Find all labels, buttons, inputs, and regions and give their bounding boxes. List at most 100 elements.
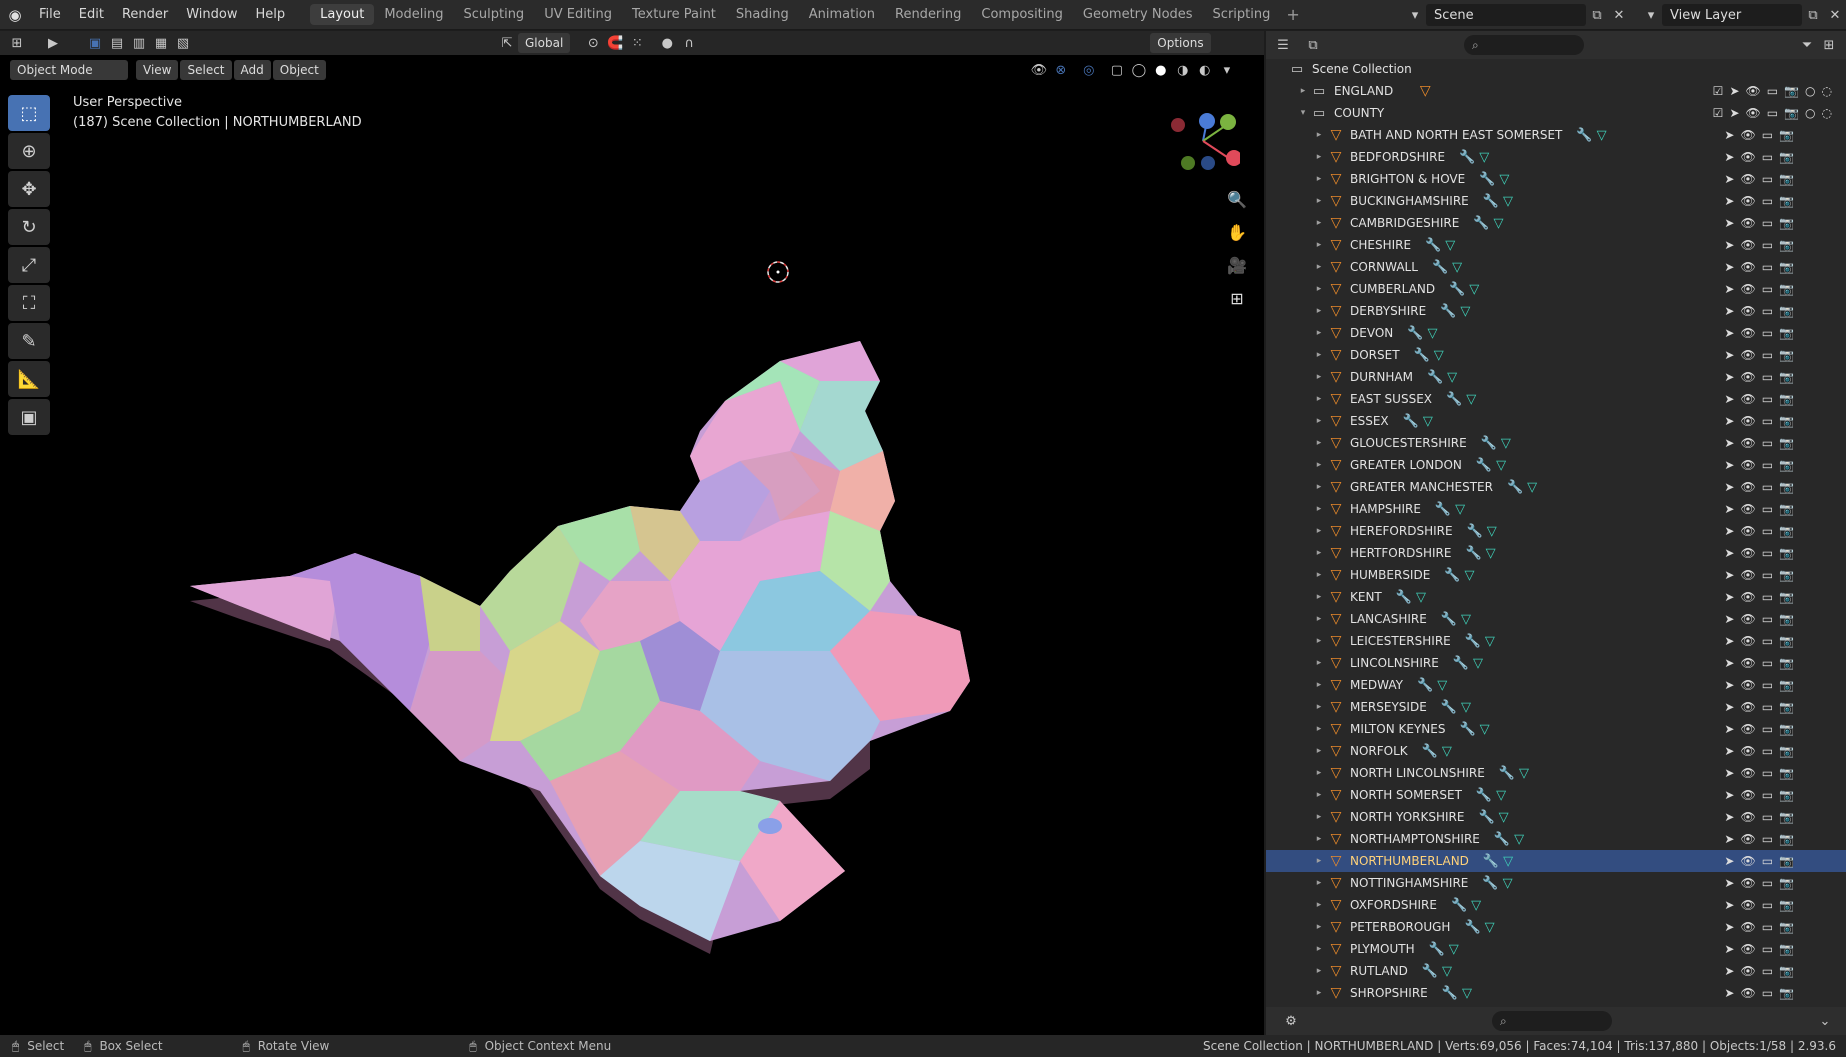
expand-arrow-icon[interactable]: ▸: [1312, 658, 1326, 668]
mesh-data-icon[interactable]: ▽: [1486, 546, 1496, 561]
selectable-icon[interactable]: ➤: [1724, 700, 1734, 714]
collapse-arrow-icon[interactable]: ▾: [1296, 108, 1310, 118]
object-menu[interactable]: Object: [272, 60, 326, 80]
display-mode-icon[interactable]: ⧉: [1302, 34, 1324, 56]
outliner-object-row[interactable]: ▸ ▽ NORTHAMPTONSHIRE 🔧 ▽ ➤ 👁 ▭ 📷: [1266, 828, 1846, 850]
modifier-wrench-icon[interactable]: 🔧: [1417, 678, 1433, 693]
modifier-wrench-icon[interactable]: 🔧: [1576, 128, 1592, 143]
mesh-data-icon[interactable]: ▽: [1452, 260, 1462, 275]
tab-scripting[interactable]: Scripting: [1203, 4, 1281, 25]
modifier-wrench-icon[interactable]: 🔧: [1446, 392, 1462, 407]
expand-arrow-icon[interactable]: ▸: [1312, 702, 1326, 712]
expand-arrow-icon[interactable]: ▸: [1312, 790, 1326, 800]
selectable-icon[interactable]: ➤: [1724, 590, 1734, 604]
outliner-object-row[interactable]: ▸ ▽ HUMBERSIDE 🔧 ▽ ➤ 👁 ▭ 📷: [1266, 564, 1846, 586]
expand-arrow-icon[interactable]: ▸: [1312, 328, 1326, 338]
expand-arrow-icon[interactable]: ▸: [1312, 504, 1326, 514]
modifier-wrench-icon[interactable]: 🔧: [1467, 524, 1483, 539]
render-camera-icon[interactable]: 📷: [1779, 370, 1794, 384]
viewport-disable-icon[interactable]: ▭: [1762, 722, 1773, 736]
render-camera-icon[interactable]: 📷: [1779, 128, 1794, 142]
eye-icon[interactable]: 👁: [1740, 964, 1755, 978]
selectable-icon[interactable]: ➤: [1729, 84, 1739, 98]
expand-arrow-icon[interactable]: ▸: [1312, 130, 1326, 140]
selectable-icon[interactable]: ➤: [1724, 898, 1734, 912]
outliner-object-row[interactable]: ▸ ▽ CUMBERLAND 🔧 ▽ ➤ 👁 ▭ 📷: [1266, 278, 1846, 300]
selectable-icon[interactable]: ➤: [1724, 304, 1734, 318]
expand-arrow-icon[interactable]: ▸: [1312, 350, 1326, 360]
mesh-data-icon[interactable]: ▽: [1461, 612, 1471, 627]
viewport-disable-icon[interactable]: ▭: [1762, 590, 1773, 604]
selectable-icon[interactable]: ➤: [1724, 370, 1734, 384]
modifier-wrench-icon[interactable]: 🔧: [1483, 854, 1499, 869]
outliner-object-row[interactable]: ▸ ▽ KENT 🔧 ▽ ➤ 👁 ▭ 📷: [1266, 586, 1846, 608]
pan-hand-icon[interactable]: ✋: [1222, 217, 1252, 247]
eye-icon[interactable]: 👁: [1740, 216, 1755, 230]
eye-icon[interactable]: 👁: [1740, 392, 1755, 406]
invert-select-mode-icon[interactable]: ▦: [150, 32, 172, 54]
expand-arrow-icon[interactable]: ▸: [1312, 240, 1326, 250]
measure-tool-icon[interactable]: 📐: [8, 361, 50, 397]
modifier-wrench-icon[interactable]: 🔧: [1453, 656, 1469, 671]
render-camera-icon[interactable]: 📷: [1779, 546, 1794, 560]
selectable-icon[interactable]: ➤: [1724, 546, 1734, 560]
expand-arrow-icon[interactable]: ▸: [1312, 152, 1326, 162]
mesh-data-icon[interactable]: ▽: [1493, 216, 1503, 231]
render-camera-icon[interactable]: 📷: [1779, 744, 1794, 758]
outliner-object-row[interactable]: ▸ ▽ NORTHUMBERLAND 🔧 ▽ ➤ 👁 ▭ 📷: [1266, 850, 1846, 872]
render-camera-icon[interactable]: 📷: [1784, 106, 1799, 120]
render-camera-icon[interactable]: 📷: [1779, 392, 1794, 406]
new-scene-icon[interactable]: ⧉: [1586, 4, 1608, 26]
selectable-icon[interactable]: ➤: [1724, 326, 1734, 340]
viewport-disable-icon[interactable]: ▭: [1762, 920, 1773, 934]
expand-arrow-icon[interactable]: ▸: [1312, 878, 1326, 888]
modifier-wrench-icon[interactable]: 🔧: [1494, 832, 1510, 847]
outliner-object-row[interactable]: ▸ ▽ HAMPSHIRE 🔧 ▽ ➤ 👁 ▭ 📷: [1266, 498, 1846, 520]
viewport-disable-icon[interactable]: ▭: [1762, 502, 1773, 516]
collection-row-england[interactable]: ▸ ▭ ENGLAND ▽ ☑ ➤ 👁 ▭ 📷 ○ ◌: [1266, 80, 1846, 102]
chevron-down-icon[interactable]: ⌄: [1814, 1010, 1836, 1032]
view-menu[interactable]: View: [136, 60, 179, 80]
view-layer-browse-icon[interactable]: ▾: [1640, 4, 1662, 26]
modifier-wrench-icon[interactable]: 🔧: [1441, 700, 1457, 715]
viewport-disable-icon[interactable]: ▭: [1762, 546, 1773, 560]
holdout-icon[interactable]: ○: [1805, 106, 1815, 120]
eye-icon[interactable]: 👁: [1740, 370, 1755, 384]
render-camera-icon[interactable]: 📷: [1779, 326, 1794, 340]
mesh-data-icon[interactable]: ▽: [1466, 392, 1476, 407]
modifier-wrench-icon[interactable]: 🔧: [1427, 370, 1443, 385]
modifier-wrench-icon[interactable]: 🔧: [1422, 744, 1438, 759]
outliner-object-row[interactable]: ▸ ▽ LINCOLNSHIRE 🔧 ▽ ➤ 👁 ▭ 📷: [1266, 652, 1846, 674]
modifier-wrench-icon[interactable]: 🔧: [1499, 766, 1515, 781]
xray-toggle-icon[interactable]: ▢: [1106, 59, 1128, 81]
eye-icon[interactable]: 👁: [1740, 898, 1755, 912]
viewport-disable-icon[interactable]: ▭: [1762, 942, 1773, 956]
expand-arrow-icon[interactable]: ▸: [1312, 636, 1326, 646]
scene-browse-icon[interactable]: ▾: [1404, 4, 1426, 26]
selectable-icon[interactable]: ➤: [1724, 282, 1734, 296]
holdout-icon[interactable]: ○: [1805, 84, 1815, 98]
eye-icon[interactable]: 👁: [1740, 854, 1755, 868]
viewport-disable-icon[interactable]: ▭: [1767, 106, 1778, 120]
expand-arrow-icon[interactable]: ▸: [1312, 680, 1326, 690]
selectable-icon[interactable]: ➤: [1724, 854, 1734, 868]
modifier-wrench-icon[interactable]: 🔧: [1507, 480, 1523, 495]
mesh-data-icon[interactable]: ▽: [1442, 964, 1452, 979]
expand-arrow-icon[interactable]: ▸: [1312, 922, 1326, 932]
modifier-wrench-icon[interactable]: 🔧: [1444, 568, 1460, 583]
eye-icon[interactable]: 👁: [1740, 304, 1755, 318]
viewport-disable-icon[interactable]: ▭: [1762, 612, 1773, 626]
expand-arrow-icon[interactable]: ▸: [1312, 856, 1326, 866]
filter-icon[interactable]: ⏷: [1796, 34, 1818, 56]
render-camera-icon[interactable]: 📷: [1779, 788, 1794, 802]
viewport-disable-icon[interactable]: ▭: [1762, 392, 1773, 406]
render-camera-icon[interactable]: 📷: [1779, 920, 1794, 934]
mesh-data-icon[interactable]: ▽: [1449, 942, 1459, 957]
expand-arrow-icon[interactable]: ▸: [1296, 86, 1310, 96]
eye-icon[interactable]: 👁: [1740, 942, 1755, 956]
material-shading-icon[interactable]: ◑: [1172, 59, 1194, 81]
selectable-icon[interactable]: ➤: [1724, 920, 1734, 934]
eye-icon[interactable]: 👁: [1740, 810, 1755, 824]
render-camera-icon[interactable]: 📷: [1779, 942, 1794, 956]
mesh-data-icon[interactable]: ▽: [1416, 590, 1426, 605]
